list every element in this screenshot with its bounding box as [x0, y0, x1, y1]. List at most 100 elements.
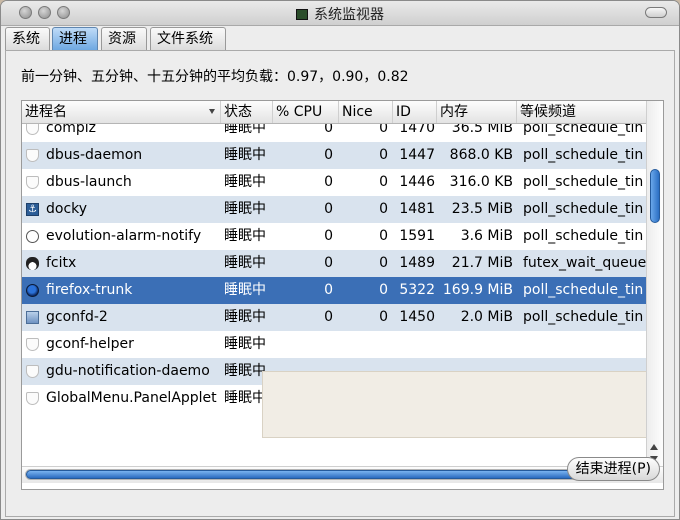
- process-name: fcitx: [46, 255, 77, 271]
- cell-cpu: 0: [324, 255, 333, 271]
- shield-icon: [26, 176, 39, 189]
- cell-wait-channel: poll_schedule_tin: [523, 124, 644, 136]
- column-header-label: 进程名: [25, 104, 67, 120]
- cell-nice: [339, 331, 388, 358]
- column-header-nice[interactable]: Nice: [339, 101, 393, 123]
- table-header: 进程名 状态 % CPU Nice ID 内存 等候频道: [22, 101, 647, 124]
- cell-cpu: 0: [324, 124, 333, 136]
- tab-resources[interactable]: 资源: [101, 27, 147, 50]
- vertical-scroll-thumb[interactable]: [650, 169, 660, 223]
- cell-id: 1447: [399, 147, 435, 163]
- window-title-group: 系统监视器: [1, 4, 679, 24]
- table-row[interactable]: gconfd-2 睡眠中 0 0 1450 2.0 MiB poll_schedule_ti…: [22, 304, 647, 331]
- cell-memory: 316.0 KB: [449, 174, 513, 190]
- column-header-cpu[interactable]: % CPU: [273, 101, 339, 123]
- cell-cpu: 0: [324, 282, 333, 298]
- load-average-label: 前一分钟、五分钟、十五分钟的平均负载：0.97，0.90，0.82: [21, 69, 409, 85]
- scroll-up-arrow-icon[interactable]: [650, 444, 658, 450]
- cell-status: 睡眠中: [224, 174, 266, 190]
- title-bar[interactable]: 系统监视器: [1, 1, 679, 26]
- vertical-scrollbar[interactable]: [646, 101, 663, 466]
- cell-process-name: gdu-notification-daemo: [22, 358, 221, 385]
- process-name: gconfd-2: [46, 309, 108, 325]
- cell-nice: 0: [379, 124, 388, 136]
- cell-process-name: GlobalMenu.PanelApplet: [22, 385, 221, 412]
- process-name: gdu-notification-daemo: [46, 363, 210, 379]
- cell-process-name: docky: [22, 196, 221, 223]
- cell-wait-channel: [520, 331, 647, 358]
- column-header-memory[interactable]: 内存: [437, 101, 517, 123]
- table-row[interactable]: dbus-daemon 睡眠中 0 0 1447 868.0 KB poll_schedul…: [22, 142, 647, 169]
- table-row[interactable]: dbus-launch 睡眠中 0 0 1446 316.0 KB poll_schedul…: [22, 169, 647, 196]
- cell-cpu: 0: [324, 309, 333, 325]
- cell-process-name: firefox-trunk: [22, 277, 221, 304]
- cell-cpu: 0: [324, 201, 333, 217]
- tab-processes[interactable]: 进程: [52, 27, 98, 50]
- cell-wait-channel: poll_schedule_tin: [523, 147, 644, 163]
- cell-status: 睡眠中: [224, 336, 266, 352]
- cell-nice: 0: [379, 201, 388, 217]
- shield-icon: [26, 124, 39, 135]
- cell-status: 睡眠中: [224, 201, 266, 217]
- cell-status: 睡眠中: [224, 309, 266, 325]
- firefox-icon: [26, 284, 39, 297]
- end-process-button[interactable]: 结束进程(P): [566, 457, 660, 481]
- gconf-icon: [26, 311, 39, 324]
- tooltip-overlay: [262, 371, 663, 438]
- cell-wait-channel: poll_schedule_tin: [523, 282, 644, 298]
- table-row[interactable]: fcitx 睡眠中 0 0 1489 21.7 MiB futex_wait_queue: [22, 250, 647, 277]
- tab-system[interactable]: 系统: [5, 27, 50, 50]
- cell-process-name: dbus-launch: [22, 169, 221, 196]
- toolbar-toggle-button[interactable]: [645, 7, 667, 18]
- cell-id: 1450: [399, 309, 435, 325]
- horizontal-scroll-thumb[interactable]: [26, 470, 578, 479]
- column-header-status[interactable]: 状态: [221, 101, 273, 123]
- column-header-wait-channel[interactable]: 等候频道: [517, 101, 647, 123]
- process-name: compiz: [46, 124, 97, 136]
- shield-icon: [26, 338, 39, 351]
- cell-process-name: evolution-alarm-notify: [22, 223, 221, 250]
- table-row[interactable]: gconf-helper 睡眠中: [22, 331, 647, 358]
- cell-wait-channel: poll_schedule_tin: [523, 309, 644, 325]
- cell-process-name: compiz: [22, 124, 221, 142]
- shield-icon: [26, 149, 39, 162]
- cell-nice: 0: [379, 228, 388, 244]
- tab-file-systems[interactable]: 文件系统: [150, 27, 226, 50]
- cell-id: 1446: [399, 174, 435, 190]
- process-name: dbus-daemon: [46, 147, 143, 163]
- cell-wait-channel: futex_wait_queue: [523, 255, 647, 271]
- shield-icon: [26, 392, 39, 405]
- cell-cpu: [273, 331, 333, 358]
- cell-status: 睡眠中: [224, 147, 266, 163]
- cell-id: 1591: [399, 228, 435, 244]
- cell-cpu: 0: [324, 174, 333, 190]
- cell-id: 1481: [399, 201, 435, 217]
- cell-status: 睡眠中: [224, 255, 266, 271]
- cell-wait-channel: poll_schedule_tin: [523, 174, 644, 190]
- processes-panel: 前一分钟、五分钟、十五分钟的平均负载：0.97，0.90，0.82 进程名 状态…: [5, 50, 675, 517]
- system-monitor-window: 系统监视器 系统 进程 资源 文件系统 前一分钟、五分钟、十五分钟的平均负载：0…: [0, 0, 680, 520]
- cell-id: 1470: [399, 124, 435, 136]
- cell-id: 5322: [399, 282, 435, 298]
- cell-nice: 0: [379, 309, 388, 325]
- anchor-icon: [26, 196, 39, 223]
- cell-nice: 0: [379, 255, 388, 271]
- cell-nice: 0: [379, 147, 388, 163]
- table-row[interactable]: firefox-trunk 睡眠中 0 0 5322 169.9 MiB poll_sche…: [22, 277, 647, 304]
- column-header-id[interactable]: ID: [393, 101, 437, 123]
- table-row[interactable]: evolution-alarm-notify 睡眠中 0 0 1591 3.6 MiB po…: [22, 223, 647, 250]
- shield-icon: [26, 365, 39, 378]
- table-row[interactable]: compiz 睡眠中 0 0 1470 36.5 MiB poll_schedule_tin: [22, 124, 647, 142]
- process-name: docky: [46, 201, 88, 217]
- process-name: gconf-helper: [46, 336, 134, 352]
- penguin-icon: [26, 257, 39, 270]
- cell-memory: 3.6 MiB: [460, 228, 513, 244]
- cell-cpu: 0: [324, 147, 333, 163]
- process-name: evolution-alarm-notify: [46, 228, 202, 244]
- column-header-process-name[interactable]: 进程名: [22, 101, 221, 123]
- cell-id: 1489: [399, 255, 435, 271]
- cell-id: [393, 331, 435, 358]
- window-title: 系统监视器: [314, 7, 384, 23]
- cell-cpu: 0: [324, 228, 333, 244]
- table-row[interactable]: docky 睡眠中 0 0 1481 23.5 MiB poll_schedule_tin: [22, 196, 647, 223]
